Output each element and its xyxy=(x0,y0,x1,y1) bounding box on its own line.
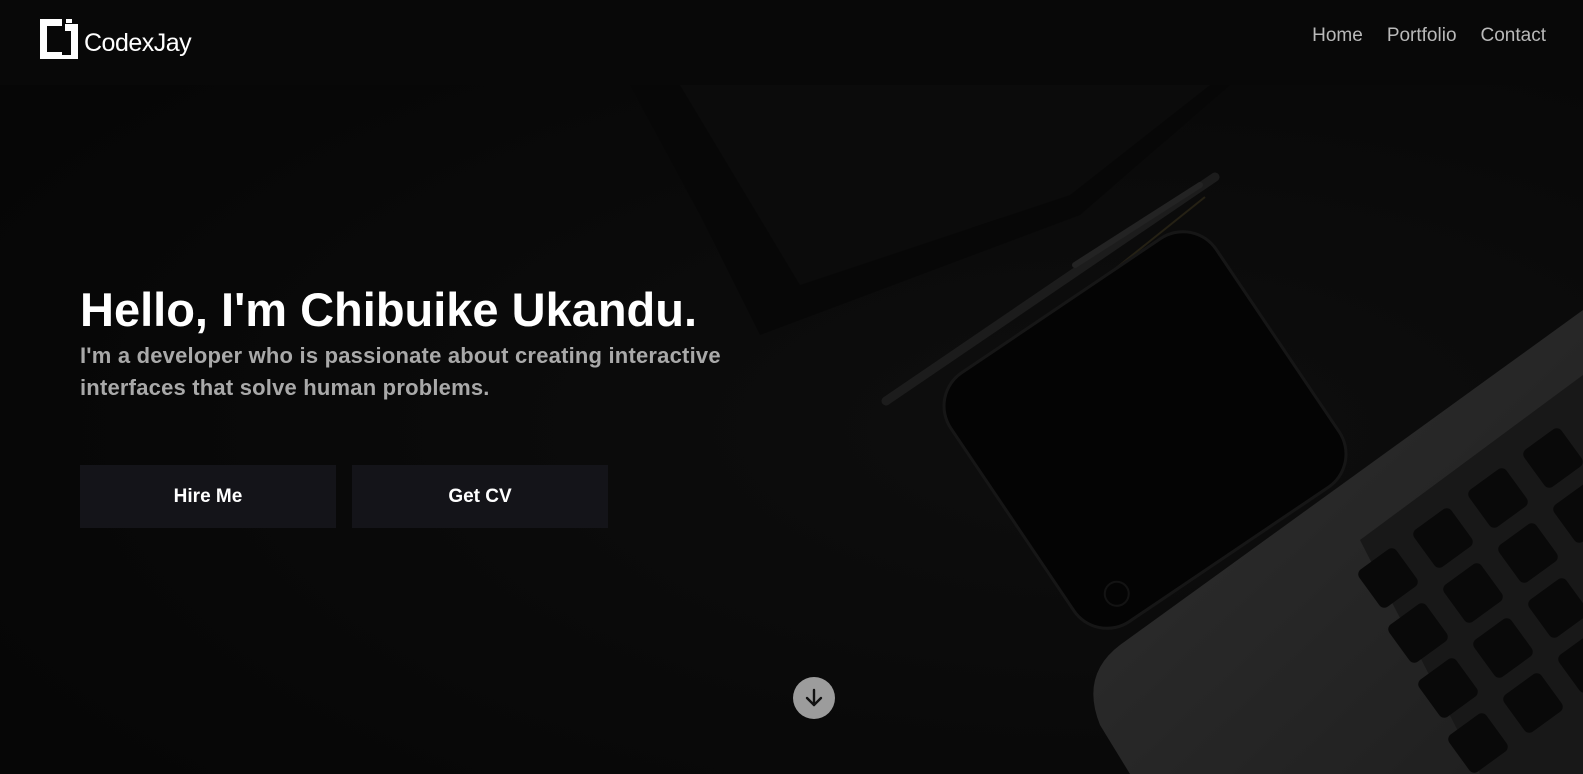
hero-title: Hello, I'm Chibuike Ukandu. xyxy=(80,283,698,336)
nav-link-portfolio[interactable]: Portfolio xyxy=(1387,25,1457,47)
hero-subtitle: I'm a developer who is passionate about … xyxy=(80,340,840,404)
nav-link-contact[interactable]: Contact xyxy=(1481,25,1546,47)
hire-me-button[interactable]: Hire Me xyxy=(80,465,336,528)
arrow-down-icon xyxy=(805,688,823,707)
brand-logo[interactable]: CodexJay xyxy=(40,19,192,59)
nav-link-home[interactable]: Home xyxy=(1312,25,1363,47)
hero-subtitle-line-2: interfaces that solve human problems. xyxy=(80,375,490,400)
hero-background-image xyxy=(0,85,1583,774)
hero-subtitle-line-1: I'm a developer who is passionate about … xyxy=(80,343,721,368)
brand-name: CodexJay xyxy=(84,28,192,57)
get-cv-button[interactable]: Get CV xyxy=(352,465,608,528)
hero-section: Hello, I'm Chibuike Ukandu. I'm a develo… xyxy=(80,282,840,404)
hero-actions: Hire Me Get CV xyxy=(80,465,608,528)
logo-icon xyxy=(40,19,78,59)
site-header: CodexJay Home Portfolio Contact xyxy=(0,0,1583,85)
main-nav: Home Portfolio Contact xyxy=(1288,25,1546,47)
landing-page: CodexJay Home Portfolio Contact Hello, I… xyxy=(0,0,1583,774)
scroll-down-button[interactable] xyxy=(793,677,835,719)
